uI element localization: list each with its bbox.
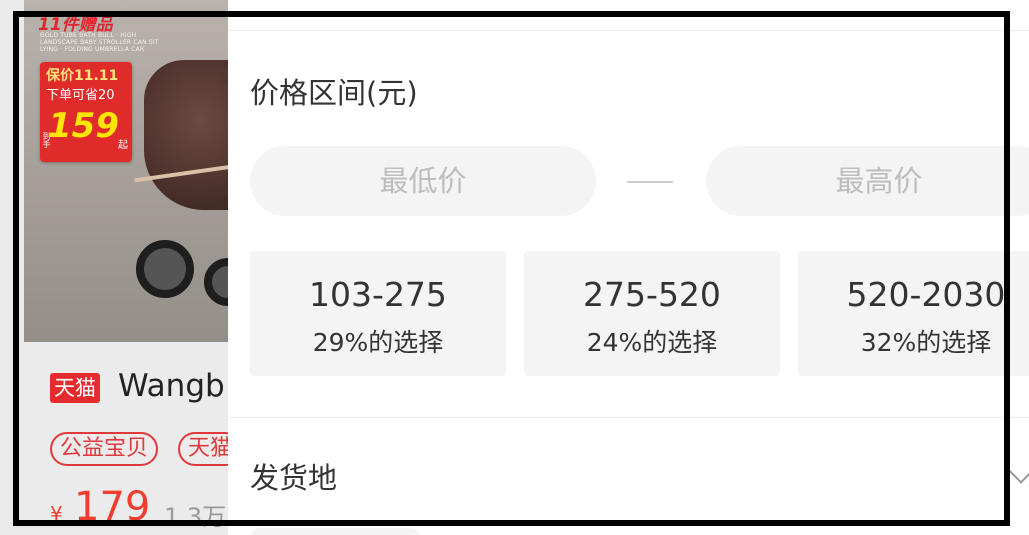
range-separator: [627, 181, 673, 183]
price-range-option[interactable]: 275-520 24%的选择: [524, 251, 780, 376]
tmall-tag-chip: 天猫: [178, 432, 232, 466]
product-price: 179: [74, 484, 151, 530]
charity-tag: 公益宝贝: [50, 432, 159, 466]
range-share: 29%的选择: [312, 328, 444, 357]
ship-from-option[interactable]: [250, 528, 420, 535]
max-price-input[interactable]: [706, 146, 1029, 216]
badge-price-unit: 起: [118, 140, 128, 151]
product-card[interactable]: 11件赠品 GOLD TUBE BATH BULL · HIGH LANDSCA…: [0, 0, 232, 535]
range-share: 32%的选择: [860, 328, 992, 357]
chevron-down-icon[interactable]: [1008, 458, 1029, 484]
badge-discount: 下单可省20: [46, 88, 115, 103]
promo-badge: 保价11.11 下单可省20 到手 159 起: [40, 62, 132, 162]
badge-price: 159: [48, 106, 119, 146]
panel-divider: [228, 30, 1029, 31]
min-price-input[interactable]: [250, 146, 596, 216]
stroller-wheel: [136, 240, 194, 298]
badge-price-protect: 保价11.11: [46, 68, 119, 84]
ship-from-title[interactable]: 发货地: [250, 455, 337, 497]
sales-count: 1.3万: [164, 503, 227, 531]
range-share: 24%的选择: [586, 328, 718, 357]
price-range-option[interactable]: 103-275 29%的选择: [250, 251, 506, 376]
range-label: 103-275: [309, 275, 447, 314]
range-label: 520-2030: [846, 275, 1006, 314]
tmall-badge: 天猫: [50, 373, 100, 403]
product-image[interactable]: 11件赠品 GOLD TUBE BATH BULL · HIGH LANDSCA…: [24, 0, 232, 342]
stroller-picture: [144, 60, 232, 210]
price-range-title: 价格区间(元): [250, 76, 418, 110]
filter-panel: 价格区间(元) 103-275 29%的选择 275-520 24%的选择 52…: [228, 0, 1029, 535]
product-title[interactable]: Wangb: [118, 368, 225, 404]
promo-english-text: GOLD TUBE BATH BULL · HIGH LANDSCAPE BAB…: [40, 32, 159, 53]
price-range-option[interactable]: 520-2030 32%的选择: [798, 251, 1029, 376]
section-divider: [228, 417, 1029, 418]
range-label: 275-520: [583, 275, 721, 314]
price-currency: ¥: [50, 502, 63, 526]
